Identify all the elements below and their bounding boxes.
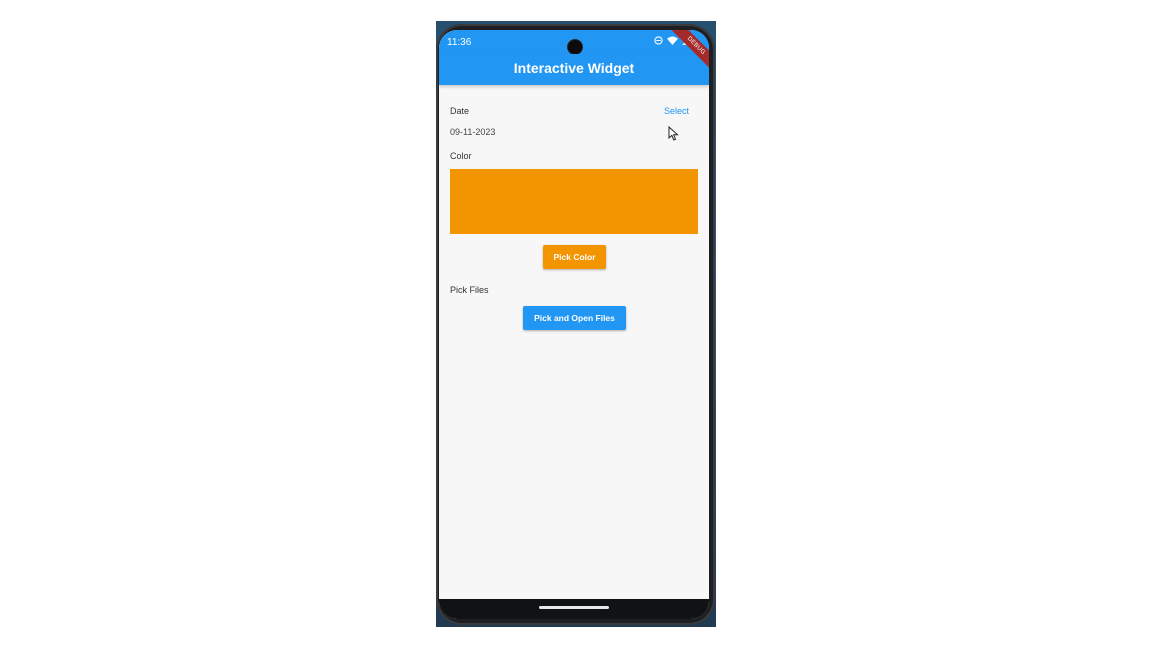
date-value: 09-11-2023 (450, 127, 496, 137)
pick-and-open-files-button[interactable]: Pick and Open Files (523, 306, 626, 330)
select-date-button[interactable]: Select (664, 106, 689, 116)
date-label: Date (450, 106, 470, 116)
status-time: 11:36 (447, 37, 472, 48)
color-preview-swatch (450, 169, 698, 234)
app-title: Interactive Widget (513, 60, 635, 76)
home-indicator[interactable] (539, 606, 609, 609)
navigation-bar (439, 599, 709, 619)
phone-screen: 11:36 Interactive Widget DEBUG Date Sele… (439, 30, 709, 619)
pick-color-button[interactable]: Pick Color (543, 245, 606, 269)
app-bar: Interactive Widget (439, 54, 709, 85)
do-not-disturb-icon (654, 36, 663, 45)
wifi-icon (667, 36, 678, 45)
front-camera (568, 40, 582, 54)
color-label: Color (450, 151, 472, 161)
pick-files-label: Pick Files (450, 285, 489, 295)
phone-frame: 11:36 Interactive Widget DEBUG Date Sele… (436, 24, 715, 625)
cursor-icon (668, 125, 679, 146)
